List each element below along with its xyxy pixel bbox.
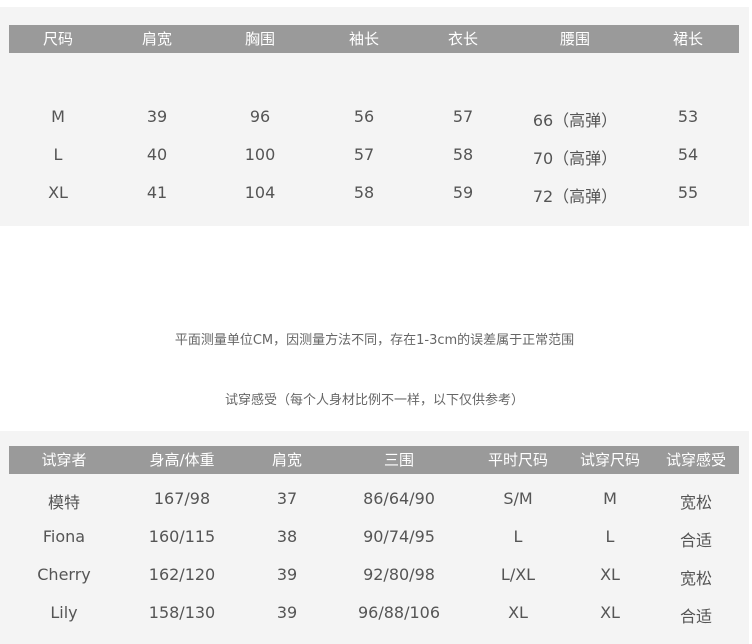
fitting-table-cell: Fiona — [42, 527, 86, 546]
measurement-note: 平面测量单位CM，因测量方法不同，存在1-3cm的误差属于正常范围 — [174, 333, 575, 348]
fitting-table-cell: 38 — [276, 527, 298, 546]
size-chart-cell: 40 — [146, 145, 168, 164]
size-chart-cell: 100 — [244, 145, 276, 164]
fitting-table-header-cell: 平时尺码 — [487, 451, 549, 469]
fitting-table-cell: 39 — [276, 565, 298, 584]
size-chart-cell: M — [51, 107, 65, 126]
fitting-table-cell: 90/74/95 — [363, 527, 435, 546]
fitting-table-cell: L — [605, 527, 615, 546]
size-chart-cell: 59 — [452, 183, 474, 202]
size-chart-cell: 58 — [452, 145, 474, 164]
fitting-table-cell: 39 — [276, 603, 298, 622]
fitting-table-cell: XL — [600, 603, 620, 622]
fitting-table-cell: 模特 — [47, 493, 81, 512]
fitting-table-cell: Lily — [50, 603, 78, 622]
fitting-table-cell: 宽松 — [679, 569, 713, 588]
size-chart-cell: 96 — [249, 107, 271, 126]
fitting-table-header-cell: 试穿感受 — [665, 451, 727, 469]
size-chart-header-cell: 胸围 — [244, 30, 276, 48]
fitting-table-cell: 167/98 — [153, 489, 211, 508]
size-chart-cell: 53 — [677, 107, 699, 126]
fitting-table-cell: XL — [508, 603, 528, 622]
size-chart-panel: 尺码 肩宽 胸围 袖长 衣长 腰围 裙长 M 39 96 56 57 66（高弹） 53 L 40 100 57… — [0, 7, 749, 226]
size-chart-cell: L — [53, 145, 63, 164]
fitting-table-cell: 86/64/90 — [363, 489, 435, 508]
fitting-table-cell: 96/88/106 — [357, 603, 441, 622]
fitting-table-cell: 160/115 — [148, 527, 216, 546]
fitting-table-cell: 37 — [276, 489, 298, 508]
size-chart-cell: XL — [48, 183, 68, 202]
size-chart-header-cell: 腰围 — [559, 30, 591, 48]
fitting-note: 试穿感受（每个人身材比例不一样，以下仅供参考） — [224, 393, 524, 408]
fitting-table-cell: S/M — [503, 489, 533, 508]
fitting-table-cell: L — [513, 527, 523, 546]
size-chart-cell: 72（高弹） — [532, 187, 618, 206]
fitting-table-panel: 试穿者 身高/体重 肩宽 三围 平时尺码 试穿尺码 试穿感受 模特 167/98 37 86/64… — [0, 431, 749, 644]
size-chart-header-cell: 袖长 — [348, 30, 380, 48]
fitting-table-header-cell: 三围 — [383, 451, 415, 469]
size-chart-cell: 55 — [677, 183, 699, 202]
fitting-table-cell: Cherry — [37, 565, 91, 584]
fitting-table-cell: 宽松 — [679, 493, 713, 512]
size-chart-cell: 57 — [353, 145, 375, 164]
fitting-table-cell: 162/120 — [148, 565, 216, 584]
size-chart-cell: 41 — [146, 183, 168, 202]
fitting-table-header-cell: 试穿尺码 — [579, 451, 641, 469]
size-chart-header-cell: 衣长 — [447, 30, 479, 48]
size-chart-cell: 58 — [353, 183, 375, 202]
fitting-table-cell: XL — [600, 565, 620, 584]
size-chart-cell: 104 — [244, 183, 276, 202]
fitting-table-cell: M — [603, 489, 617, 508]
fitting-table-header: 试穿者 身高/体重 肩宽 三围 平时尺码 试穿尺码 试穿感受 — [9, 446, 739, 474]
size-chart-cell: 54 — [677, 145, 699, 164]
size-chart-cell: 56 — [353, 107, 375, 126]
size-chart-header-cell: 裙长 — [672, 30, 704, 48]
fitting-table-cell: 92/80/98 — [363, 565, 435, 584]
size-chart-header-cell: 肩宽 — [141, 30, 173, 48]
size-chart-cell: 66（高弹） — [532, 111, 618, 130]
fitting-table-cell: 158/130 — [148, 603, 216, 622]
size-chart-cell: 39 — [146, 107, 168, 126]
fitting-table-header-cell: 身高/体重 — [149, 451, 215, 469]
size-chart-cell: 57 — [452, 107, 474, 126]
fitting-table-header-cell: 肩宽 — [271, 451, 303, 469]
fitting-table-cell: 合适 — [679, 607, 713, 626]
fitting-table-cell: 合适 — [679, 531, 713, 550]
size-chart-cell: 70（高弹） — [532, 149, 618, 168]
size-chart-header-cell: 尺码 — [42, 30, 74, 48]
fitting-table-cell: L/XL — [500, 565, 536, 584]
size-chart-header: 尺码 肩宽 胸围 袖长 衣长 腰围 裙长 — [9, 25, 739, 53]
fitting-table-header-cell: 试穿者 — [41, 451, 87, 469]
